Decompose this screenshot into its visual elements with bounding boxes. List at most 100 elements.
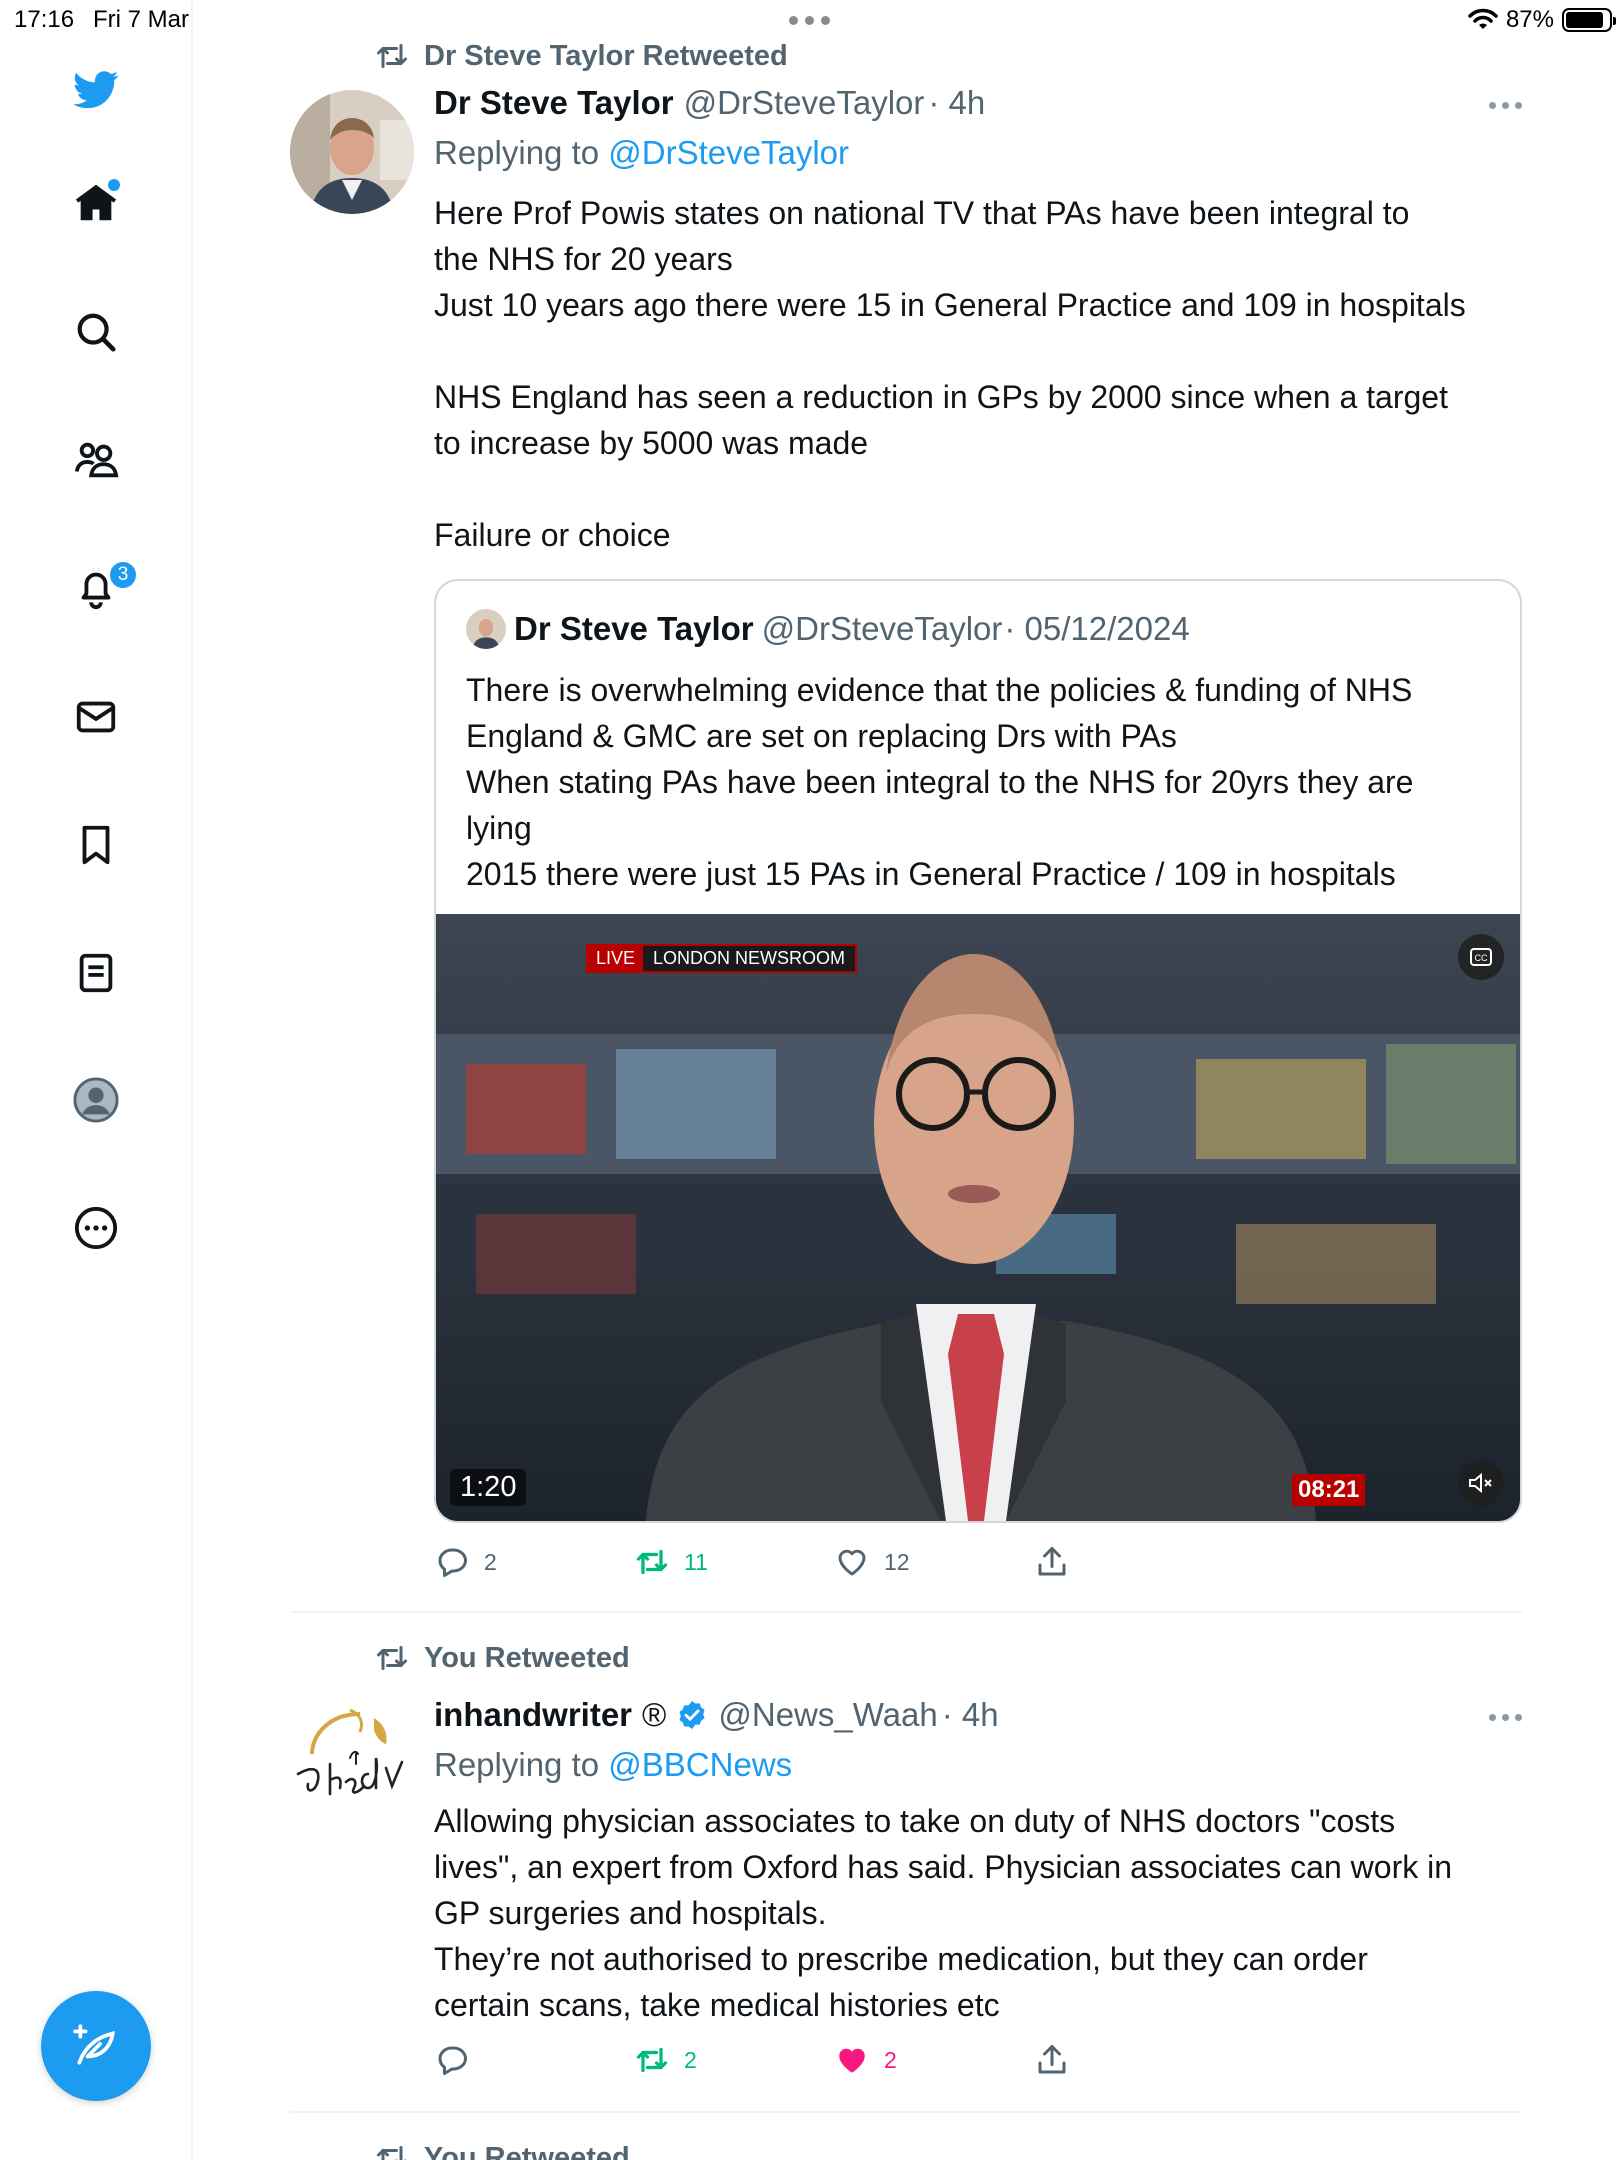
tweet-text-line — [434, 328, 1522, 374]
tweet-text-line: GP surgeries and hospitals. — [434, 1895, 827, 1931]
quoted-author-handle: @DrSteveTaylor — [761, 610, 1003, 647]
video-player[interactable]: LIVE LONDON NEWSROOM CC 1:20 08:21 — [436, 914, 1520, 1521]
mute-button[interactable] — [1458, 1460, 1504, 1506]
tweet-text-line: Allowing physician associates to take on… — [434, 1803, 1396, 1839]
nav-messages[interactable] — [60, 681, 132, 753]
nav-home[interactable] — [60, 167, 132, 239]
tweet-divider — [290, 2111, 1522, 2113]
search-icon — [77, 313, 116, 352]
multitasking-dots[interactable] — [789, 16, 830, 25]
retweet-label: You Retweeted — [424, 1641, 630, 1674]
list-icon — [79, 953, 113, 993]
broadcast-clock: 08:21 — [1292, 1474, 1366, 1506]
tweet-text-line: NHS England has seen a reduction in GPs … — [434, 379, 1448, 415]
author-name[interactable]: inhandwriter — [434, 1696, 632, 1734]
replying-to: Replying to @BBCNews — [434, 1746, 792, 1784]
replying-prefix: Replying to — [434, 134, 600, 171]
replying-to-link[interactable]: @BBCNews — [608, 1746, 792, 1783]
quoted-text-line: 2015 there were just 15 PAs in General P… — [466, 856, 1396, 892]
inhandwriter-logo — [290, 1694, 414, 1818]
tweet-text-line: They’re not authorised to prescribe medi… — [434, 1941, 1368, 1977]
tweet-divider — [290, 1611, 1522, 1613]
retweet-count: 2 — [684, 2046, 697, 2073]
nav-notifications[interactable]: 3 — [60, 552, 138, 624]
share-button[interactable] — [1034, 2042, 1070, 2078]
quoted-text-line: England & GMC are set on replacing Drs w… — [466, 718, 1177, 754]
author-photo — [290, 90, 414, 214]
tweet-time[interactable]: · 4h — [942, 1696, 999, 1734]
retweet-count: 11 — [684, 1548, 708, 1575]
reply-icon — [438, 2046, 467, 2075]
mail-icon — [76, 701, 116, 733]
tweet-text-line: Here Prof Powis states on national TV th… — [434, 195, 1410, 231]
like-button[interactable]: 2 — [834, 2042, 897, 2078]
quoted-avatar — [466, 609, 506, 649]
tweet-more-button[interactable] — [1489, 102, 1522, 109]
tweet-more-button[interactable] — [1489, 1714, 1522, 1721]
like-button[interactable]: 12 — [834, 1544, 910, 1580]
like-count: 2 — [884, 2046, 897, 2073]
video-frame — [436, 914, 1520, 1521]
reply-button[interactable]: 2 — [434, 1544, 497, 1580]
live-label: LIVE — [588, 946, 644, 971]
replying-to: Replying to @DrSteveTaylor — [434, 134, 849, 172]
profile-avatar-icon — [73, 1077, 119, 1123]
heart-outline-icon — [838, 1549, 866, 1576]
nav-bookmarks[interactable] — [60, 809, 132, 881]
nav-profile[interactable] — [60, 1064, 132, 1136]
retweet-label: You Retweeted — [424, 2141, 630, 2160]
wifi-icon — [1468, 8, 1498, 29]
nav-lists[interactable] — [60, 937, 132, 1009]
tweet-header: Dr Steve Taylor @DrSteveTaylor · 4h — [434, 84, 985, 122]
author-handle[interactable]: @DrSteveTaylor — [684, 84, 925, 122]
tweet-text-line: certain scans, take medical histories et… — [434, 1987, 1000, 2023]
retweet-context: You Retweeted — [374, 2140, 630, 2160]
author-name[interactable]: Dr Steve Taylor — [434, 84, 674, 122]
tweet-actions: 2 11 12 — [434, 1544, 1134, 1584]
quoted-text-line: lying — [466, 810, 532, 846]
reply-button[interactable] — [434, 2042, 470, 2078]
svg-text:CC: CC — [1475, 953, 1488, 963]
live-newsroom-tag: LIVE LONDON NEWSROOM — [586, 944, 858, 973]
nav-explore[interactable] — [60, 296, 132, 368]
retweet-button[interactable]: 2 — [634, 2042, 697, 2078]
quoted-tweet[interactable]: Dr Steve Taylor @DrSteveTaylor · 05/12/2… — [434, 579, 1522, 1523]
home-unread-dot — [108, 179, 120, 191]
quoted-tweet-text: There is overwhelming evidence that the … — [466, 667, 1506, 897]
share-button[interactable] — [1034, 1544, 1070, 1580]
retweet-button[interactable]: 11 — [634, 1544, 708, 1580]
avatar[interactable] — [290, 1694, 414, 1818]
replying-to-link[interactable]: @DrSteveTaylor — [608, 134, 849, 171]
newsroom-label: LONDON NEWSROOM — [643, 946, 856, 971]
nav-more[interactable] — [60, 1192, 132, 1264]
like-count: 12 — [884, 1548, 910, 1575]
share-icon — [1038, 1547, 1066, 1576]
heart-filled-icon — [839, 2048, 865, 2073]
nav-communities[interactable] — [60, 424, 132, 496]
registered-mark: ® — [642, 1696, 667, 1733]
notifications-badge: 3 — [108, 560, 138, 590]
retweet-icon — [636, 1549, 668, 1575]
battery-icon — [1562, 8, 1616, 32]
tweet-header: inhandwriter ® @News_Waah · 4h — [434, 1696, 999, 1734]
tweet-time[interactable]: · 4h — [928, 84, 985, 122]
twitter-logo[interactable] — [60, 53, 132, 125]
quoted-text-line: When stating PAs have been integral to t… — [466, 764, 1414, 800]
retweet-icon — [377, 1646, 407, 1670]
video-duration: 1:20 — [450, 1469, 527, 1506]
reply-count: 2 — [484, 1548, 497, 1575]
avatar[interactable] — [290, 90, 414, 214]
communities-icon — [74, 442, 119, 478]
sidebar: 3 — [0, 0, 193, 2160]
tweet-text-line: Just 10 years ago there were 15 in Gener… — [434, 287, 1466, 323]
quoted-tweet-header: Dr Steve Taylor @DrSteveTaylor · 05/12/2… — [466, 609, 1190, 649]
retweet-icon — [377, 2146, 407, 2160]
retweet-icon — [636, 2047, 668, 2073]
speaker-muted-icon — [1469, 1472, 1492, 1494]
replying-prefix: Replying to — [434, 1746, 600, 1783]
tweet-text-line: the NHS for 20 years — [434, 241, 733, 277]
author-handle[interactable]: @News_Waah — [718, 1696, 937, 1734]
captions-button[interactable]: CC — [1458, 934, 1504, 980]
captions-icon: CC — [1470, 948, 1492, 966]
compose-tweet-button[interactable] — [41, 1991, 151, 2101]
